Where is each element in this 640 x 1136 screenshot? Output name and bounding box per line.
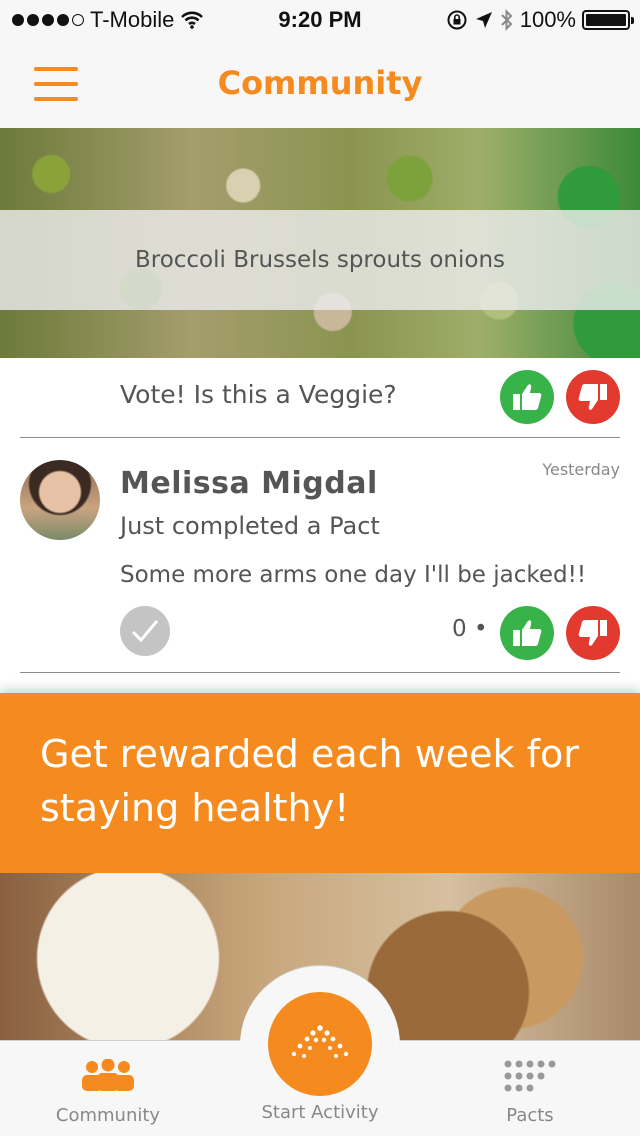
thumbs-up-icon (513, 620, 542, 646)
battery-percent: 100% (519, 7, 576, 32)
start-activity-icon (291, 1025, 349, 1058)
vote-count: 0 • (452, 616, 488, 642)
battery-icon (582, 10, 634, 30)
tab-community-label: Community (55, 1105, 161, 1126)
promo-text: Get rewarded each week for staying healt… (40, 732, 579, 830)
rotation-lock-icon (447, 10, 467, 30)
thumbs-down-button[interactable] (566, 370, 620, 424)
post-thumbs-down-button[interactable] (566, 606, 620, 660)
thumbs-up-button[interactable] (500, 370, 554, 424)
nav-bar: Community (0, 40, 640, 128)
vote-row: Vote! Is this a Veggie? (0, 358, 640, 438)
avatar[interactable] (20, 460, 100, 540)
post-timestamp: Yesterday (542, 460, 620, 479)
food-photo-broccoli[interactable]: Broccoli Brussels sprouts onions (0, 128, 640, 358)
thumbs-down-icon (578, 384, 607, 410)
divider (20, 672, 620, 673)
post-message: Some more arms one day I'll be jacked!! (120, 562, 587, 588)
checkmark-button[interactable] (120, 606, 170, 656)
start-activity-container: Start Activity (240, 965, 400, 1136)
tab-pacts[interactable]: Pacts (488, 1059, 572, 1126)
photo-caption: Broccoli Brussels sprouts onions (0, 210, 640, 310)
pacts-grid-icon (504, 1060, 556, 1092)
start-activity-button[interactable] (268, 992, 372, 1096)
page-title: Community (217, 64, 423, 102)
tab-pacts-label: Pacts (506, 1105, 554, 1126)
community-icon (82, 1058, 134, 1091)
start-activity-label: Start Activity (261, 1102, 379, 1123)
location-arrow-icon (475, 12, 492, 28)
tab-community[interactable]: Community (52, 1058, 164, 1126)
post-subtitle: Just completed a Pact (120, 512, 380, 540)
post-thumbs-up-button[interactable] (500, 606, 554, 660)
poster-name[interactable]: Melissa Migdal (120, 466, 378, 501)
divider (20, 437, 620, 438)
status-bar: T-Mobile 9:20 PM 100% (0, 0, 640, 40)
vote-prompt: Vote! Is this a Veggie? (120, 380, 397, 409)
thumbs-down-icon (578, 620, 607, 646)
status-right: 100% (446, 7, 634, 33)
thumbs-up-icon (513, 384, 542, 410)
promo-banner[interactable]: Get rewarded each week for staying healt… (0, 693, 640, 873)
checkmark-icon (131, 620, 159, 643)
bluetooth-icon (501, 9, 513, 31)
